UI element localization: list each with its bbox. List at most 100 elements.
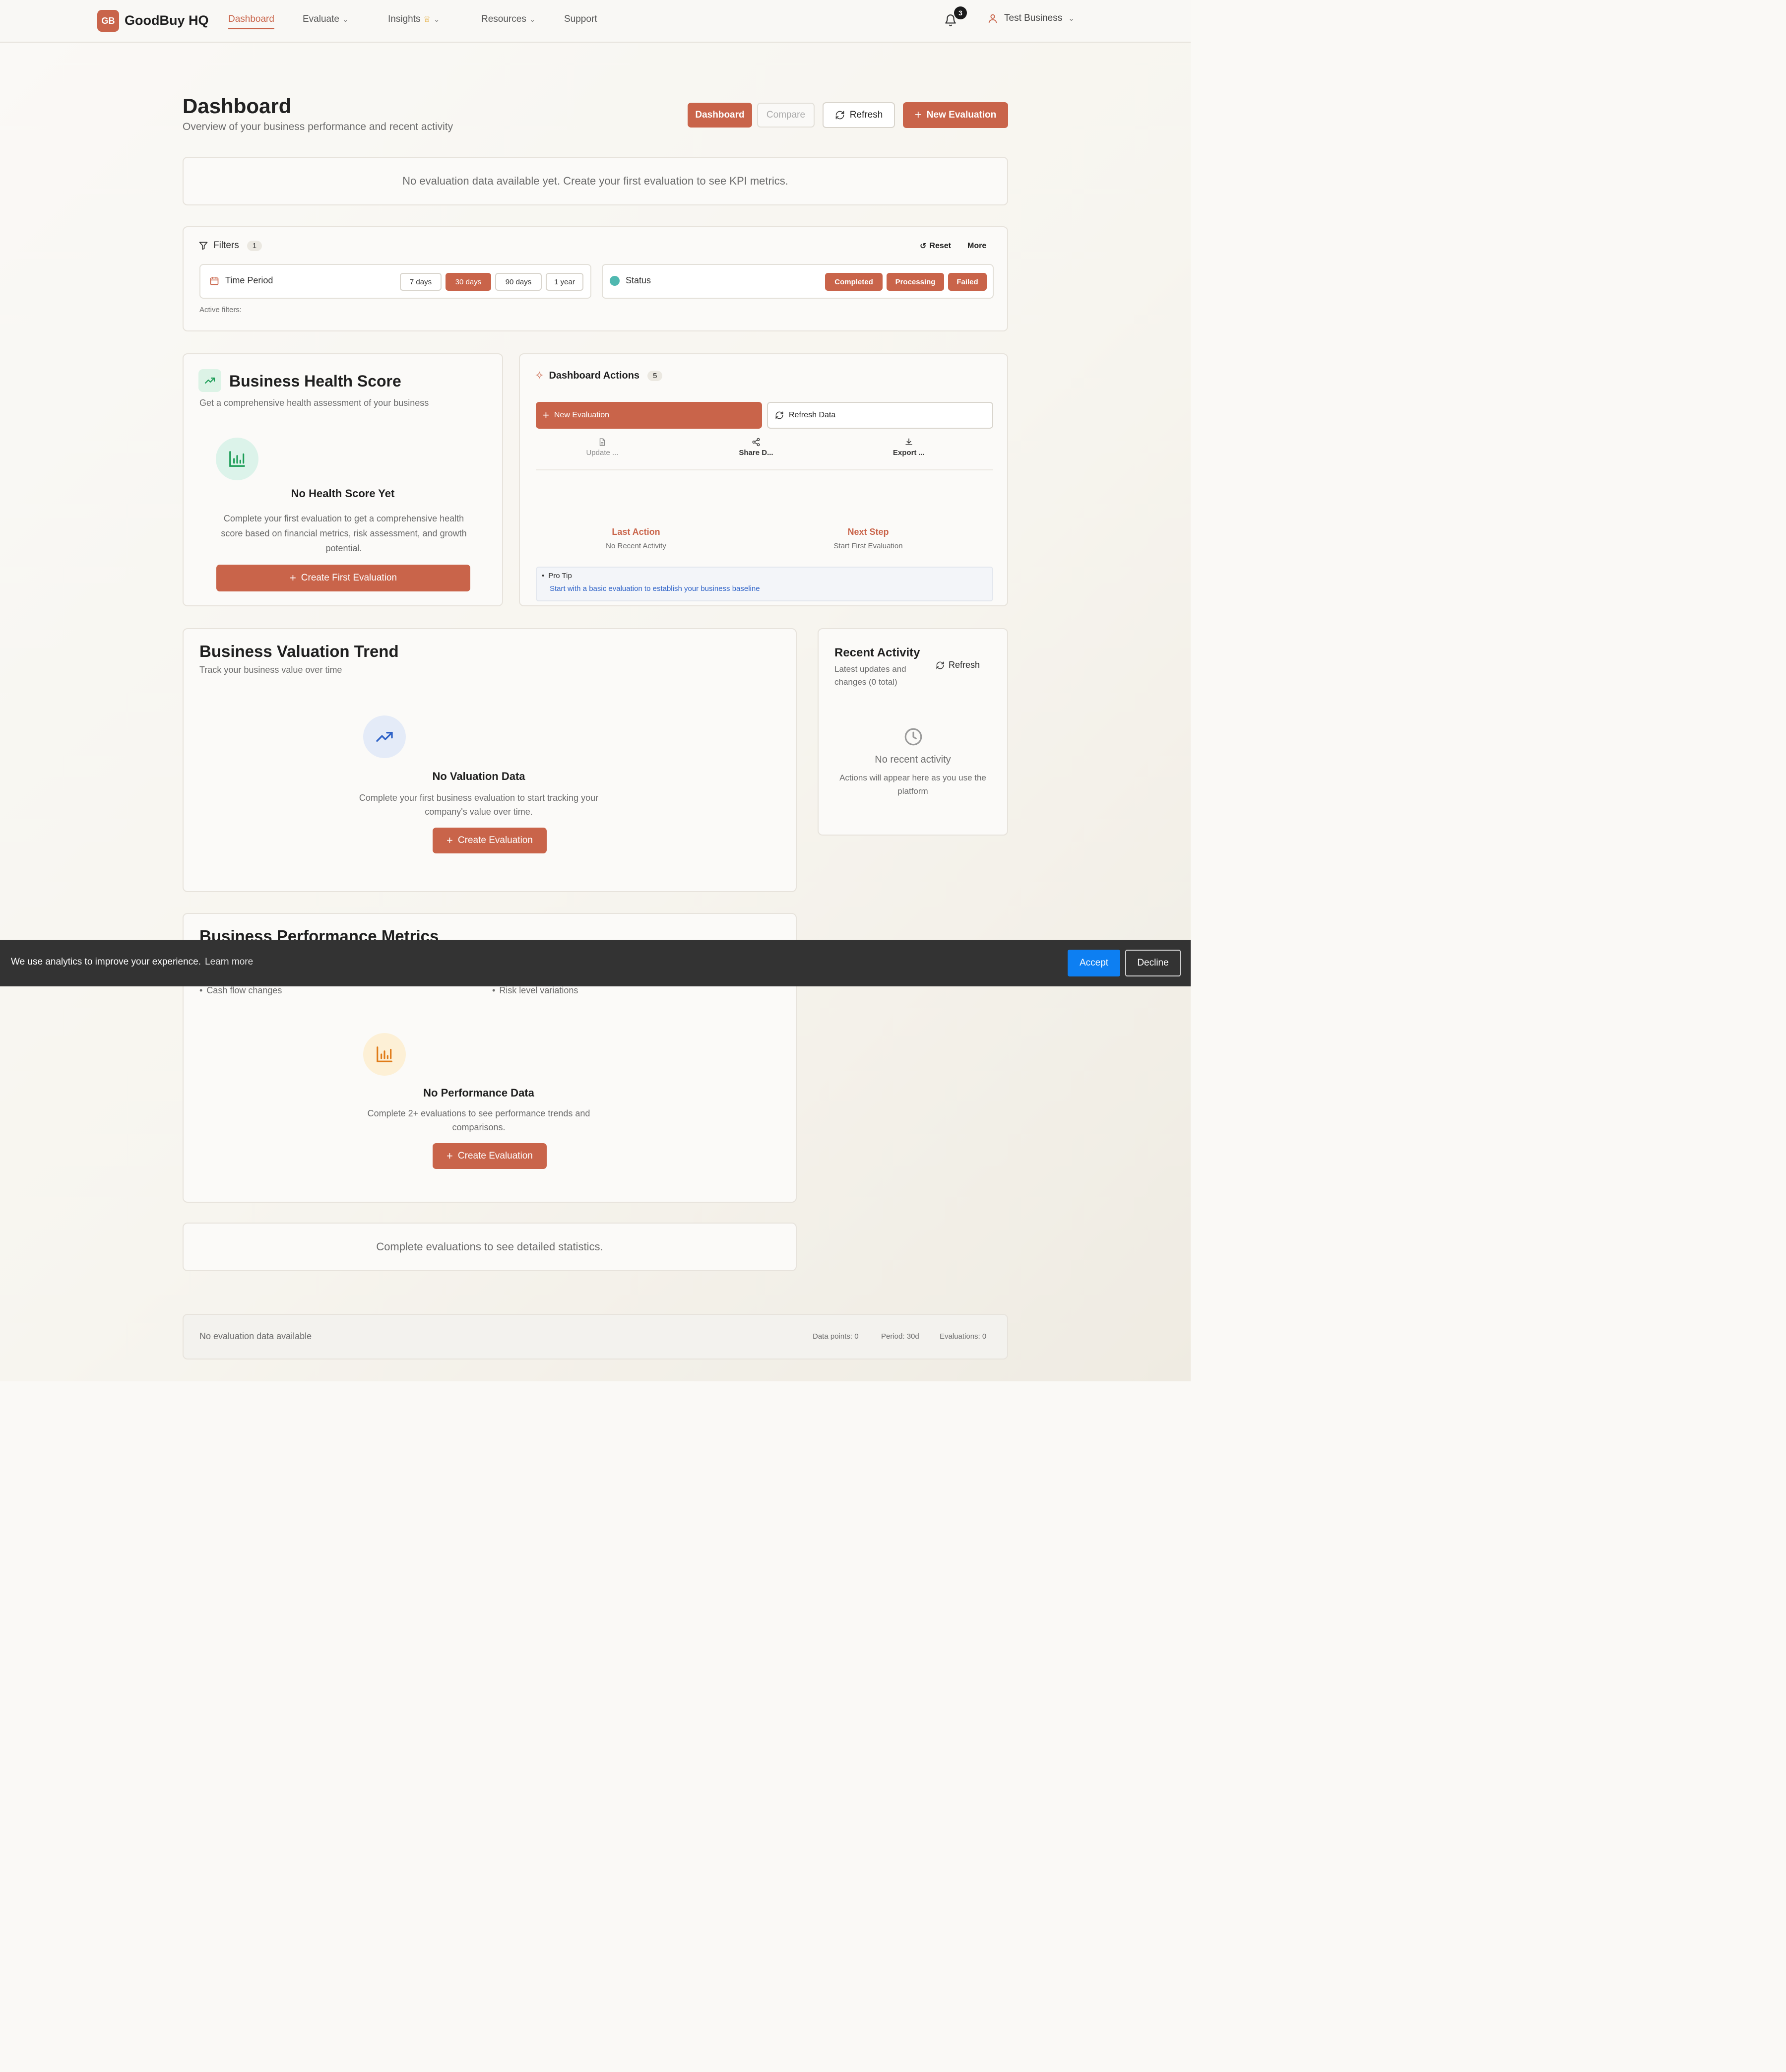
last-action-label: Last Action xyxy=(612,527,660,537)
last-action-value: No Recent Activity xyxy=(606,542,666,550)
active-filters-label: Active filters: xyxy=(199,306,242,314)
refresh-icon xyxy=(936,661,944,669)
actions-divider xyxy=(536,469,993,470)
status-header: Status xyxy=(610,275,651,286)
next-step-value: Start First Evaluation xyxy=(833,542,903,550)
time-period-filter: Time Period 7 days 30 days 90 days 1 yea… xyxy=(199,264,591,299)
cookie-decline-button[interactable]: Decline xyxy=(1125,950,1181,976)
status-filter: Status Completed Processing Failed xyxy=(602,264,994,299)
recent-activity-title: Recent Activity xyxy=(834,646,920,659)
app-window: GB GoodBuy HQ Dashboard Evaluate ⌄ Insig… xyxy=(0,0,1191,1381)
brand-name[interactable]: GoodBuy HQ xyxy=(125,13,209,28)
performance-bullet-risk-label: Risk level variations xyxy=(499,985,578,995)
page-subtitle: Overview of your business performance an… xyxy=(183,121,453,132)
logo-mark[interactable]: GB xyxy=(97,10,119,32)
performance-bullet-risk: • Risk level variations xyxy=(492,985,578,996)
nav-resources[interactable]: Resources ⌄ xyxy=(481,14,535,25)
filters-title: Filters xyxy=(213,240,239,251)
bar-chart-icon xyxy=(363,1033,406,1076)
new-evaluation-button[interactable]: + New Evaluation xyxy=(903,102,1008,128)
time-option-30-days[interactable]: 30 days xyxy=(446,273,491,291)
actions-new-evaluation-button[interactable]: + New Evaluation xyxy=(536,402,762,429)
data-points-count: Data points: 0 xyxy=(813,1332,859,1341)
status-option-processing[interactable]: Processing xyxy=(887,273,944,291)
evaluations-count: Evaluations: 0 xyxy=(940,1332,987,1341)
status-option-failed[interactable]: Failed xyxy=(948,273,987,291)
cookie-learn-more-link[interactable]: Learn more xyxy=(205,957,253,968)
page-title: Dashboard xyxy=(183,94,292,118)
action-update-button[interactable]: Update ... xyxy=(573,438,632,457)
cookie-message-text: We use analytics to improve your experie… xyxy=(11,957,201,967)
chevron-down-icon: ⌄ xyxy=(433,15,440,24)
trending-up-icon xyxy=(363,715,406,758)
action-export-button[interactable]: Export ... xyxy=(879,438,939,457)
filter-icon xyxy=(199,242,208,250)
filters-reset-button[interactable]: ↺ Reset xyxy=(920,241,951,251)
view-toggle-dashboard[interactable]: Dashboard xyxy=(688,103,752,128)
performance-bullet-cash-flow: • Cash flow changes xyxy=(199,985,282,996)
plus-icon: + xyxy=(446,834,453,846)
recent-activity-subtitle: Latest updates and changes (0 total) xyxy=(834,664,906,687)
action-share-label: Share D... xyxy=(739,449,773,457)
recent-activity-empty-title: No recent activity xyxy=(875,754,951,765)
nav-dashboard[interactable]: Dashboard xyxy=(228,14,274,29)
valuation-create-evaluation-label: Create Evaluation xyxy=(457,835,533,845)
calendar-icon xyxy=(210,277,219,285)
kpi-empty-message: No evaluation data available yet. Create… xyxy=(402,175,788,187)
status-label: Status xyxy=(626,275,651,285)
data-summary-message: No evaluation data available xyxy=(199,1331,312,1341)
period-value: Period: 30d xyxy=(881,1332,919,1341)
actions-new-evaluation-label: New Evaluation xyxy=(554,411,610,419)
time-option-1-year[interactable]: 1 year xyxy=(546,273,583,291)
refresh-button[interactable]: Refresh xyxy=(823,102,895,128)
performance-empty-title: No Performance Data xyxy=(423,1087,534,1099)
filters-count-badge: 1 xyxy=(247,240,262,251)
refresh-icon xyxy=(775,411,783,419)
user-menu[interactable]: Test Business ⌄ xyxy=(987,13,1075,24)
nav-support[interactable]: Support xyxy=(564,14,597,25)
time-option-90-days[interactable]: 90 days xyxy=(495,273,542,291)
performance-create-evaluation-button[interactable]: + Create Evaluation xyxy=(433,1143,547,1169)
pro-tip-box: • Pro Tip Start with a basic evaluation … xyxy=(536,567,993,601)
view-toggle-compare[interactable]: Compare xyxy=(757,103,815,128)
action-share-button[interactable]: Share D... xyxy=(726,438,786,457)
actions-refresh-data-label: Refresh Data xyxy=(789,411,836,419)
chevron-down-icon: ⌄ xyxy=(342,15,349,24)
notifications-button[interactable]: 3 xyxy=(944,6,967,27)
nav-insights[interactable]: Insights ♕ ⌄ xyxy=(388,14,440,25)
time-option-7-days[interactable]: 7 days xyxy=(400,273,442,291)
notification-count-badge: 3 xyxy=(954,6,967,19)
pro-tip-text: Start with a basic evaluation to establi… xyxy=(550,584,760,593)
statistics-empty-card: Complete evaluations to see detailed sta… xyxy=(183,1223,797,1271)
time-period-label: Time Period xyxy=(225,275,273,285)
nav-dashboard-label: Dashboard xyxy=(228,14,274,24)
actions-refresh-data-button[interactable]: Refresh Data xyxy=(767,402,993,429)
refresh-icon xyxy=(835,111,844,120)
nav-resources-label: Resources xyxy=(481,14,526,24)
bullet-icon: • xyxy=(542,572,545,580)
action-update-label: Update ... xyxy=(586,449,619,457)
dashboard-actions-title: Dashboard Actions xyxy=(549,370,640,381)
plus-icon: + xyxy=(289,572,296,584)
valuation-empty-title: No Valuation Data xyxy=(432,770,525,782)
status-dot-icon xyxy=(610,275,620,286)
valuation-empty-text: Complete your first business evaluation … xyxy=(359,793,599,817)
plus-icon: + xyxy=(543,409,549,421)
filters-card: Filters 1 ↺ Reset More Time Period 7 day… xyxy=(183,226,1008,331)
valuation-create-evaluation-button[interactable]: + Create Evaluation xyxy=(433,828,547,853)
nav-evaluate[interactable]: Evaluate ⌄ xyxy=(303,14,349,25)
chevron-down-icon: ⌄ xyxy=(1068,14,1075,23)
filters-more-button[interactable]: More xyxy=(967,242,986,251)
recent-activity-refresh-button[interactable]: Refresh xyxy=(936,660,980,670)
crown-icon: ♕ xyxy=(423,15,431,24)
reset-icon: ↺ xyxy=(920,242,927,251)
cookie-accept-button[interactable]: Accept xyxy=(1068,950,1120,976)
dashboard-actions-header: ✧ Dashboard Actions 5 xyxy=(535,369,663,382)
create-first-evaluation-button[interactable]: + Create First Evaluation xyxy=(216,565,470,591)
recent-activity-card: Recent Activity Latest updates and chang… xyxy=(818,628,1008,836)
top-navigation-bar: GB GoodBuy HQ Dashboard Evaluate ⌄ Insig… xyxy=(0,0,1191,43)
health-score-card: Business Health Score Get a comprehensiv… xyxy=(183,353,503,606)
status-option-completed[interactable]: Completed xyxy=(825,273,883,291)
nav-evaluate-label: Evaluate xyxy=(303,14,339,24)
user-name: Test Business xyxy=(1004,13,1063,23)
